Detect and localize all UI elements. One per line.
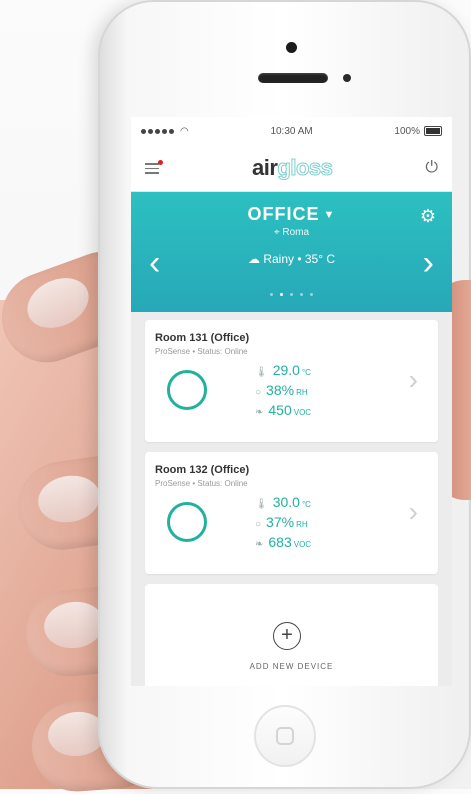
humidity-reading: ○ 37% RH — [255, 514, 308, 530]
chevron-right-icon[interactable]: › — [409, 496, 418, 528]
app-logo: airgloss — [251, 155, 333, 181]
thermometer-icon: 🌡 — [255, 367, 268, 378]
caret-down-icon: ▼ — [323, 209, 336, 222]
drop-icon: ○ — [255, 519, 262, 530]
chevron-right-icon[interactable]: › — [409, 364, 418, 396]
page-indicator — [131, 293, 452, 296]
earpiece-speaker — [258, 73, 328, 83]
status-bar: ◠ 10:30 AM 100% — [131, 117, 452, 145]
air-quality-ring — [167, 370, 207, 410]
power-icon[interactable]: ⏻ — [425, 159, 438, 177]
home-button[interactable] — [254, 705, 316, 767]
device-name: Room 131 (Office) — [155, 332, 250, 344]
weather-summary: ☁ Rainy • 35° C — [247, 252, 336, 266]
chevron-right-icon[interactable]: › — [423, 246, 434, 280]
thermometer-icon: 🌡 — [255, 499, 268, 510]
add-device-card[interactable]: + ADD NEW DEVICE — [145, 584, 438, 686]
battery-percent: 100% — [394, 125, 420, 137]
app-bar: airgloss ⏻ — [131, 145, 452, 192]
voc-reading: ❧ 450 VOC — [255, 402, 312, 418]
location-name: OFFICE — [247, 204, 320, 224]
rain-cloud-icon: ☁ — [247, 252, 260, 266]
location-pin-icon: ⌖ — [273, 227, 280, 238]
voc-reading: ❧ 683 VOC — [255, 534, 312, 550]
battery-icon — [423, 125, 442, 136]
temperature-reading: 🌡 29.0 °C — [255, 362, 311, 378]
location-city: ⌖ Roma — [273, 227, 310, 238]
device-name: Room 132 (Office) — [155, 464, 250, 476]
location-selector[interactable]: OFFICE ▼ — [131, 192, 452, 225]
leaf-icon: ❧ — [255, 407, 264, 418]
device-card[interactable]: Room 132 (Office) ProSense • Status: Onl… — [145, 452, 438, 574]
menu-icon[interactable] — [145, 160, 163, 174]
battery-indicator: 100% — [394, 126, 442, 137]
proximity-sensor — [343, 74, 351, 82]
humidity-reading: ○ 38% RH — [255, 382, 308, 398]
signal-indicator: ◠ — [141, 126, 189, 137]
air-quality-ring — [167, 502, 207, 542]
front-camera — [286, 42, 297, 53]
chevron-left-icon[interactable]: ‹ — [149, 246, 160, 280]
drop-icon: ○ — [255, 387, 262, 398]
plus-icon[interactable]: + — [273, 622, 301, 650]
add-device-label: ADD NEW DEVICE — [249, 662, 334, 671]
device-status: ProSense • Status: Online — [155, 347, 248, 356]
notification-dot — [158, 160, 163, 165]
wifi-icon: ◠ — [180, 125, 189, 137]
gear-icon[interactable]: ⚙ — [420, 206, 436, 227]
status-time: 10:30 AM — [270, 125, 313, 137]
location-header: ⚙ ‹ › OFFICE ▼ ⌖ Roma ☁ Rainy • 35° C — [131, 192, 452, 312]
device-status: ProSense • Status: Online — [155, 479, 248, 488]
device-card[interactable]: Room 131 (Office) ProSense • Status: Onl… — [145, 320, 438, 442]
temperature-reading: 🌡 30.0 °C — [255, 494, 311, 510]
app-screen: ◠ 10:30 AM 100% airgloss ⏻ ⚙ ‹ › OFFICE ▼… — [131, 117, 452, 686]
device-list: Room 131 (Office) ProSense • Status: Onl… — [131, 312, 452, 686]
leaf-icon: ❧ — [255, 539, 264, 550]
